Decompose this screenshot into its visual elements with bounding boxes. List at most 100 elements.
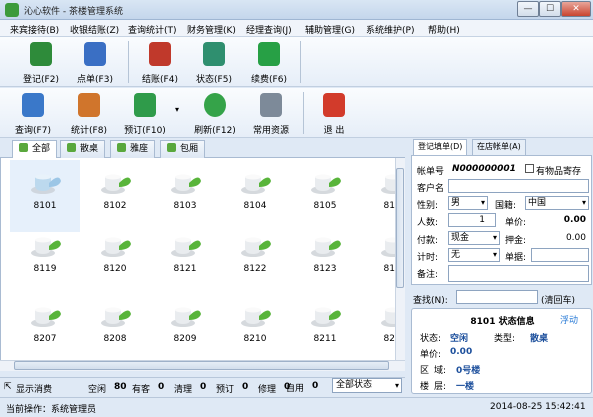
menu-checkout[interactable]: 收银结账(Z): [70, 23, 119, 36]
room-number: 8208: [103, 334, 127, 344]
room-tile[interactable]: 8124: [360, 223, 395, 295]
booking-dropdown-arrow-icon[interactable]: ▾: [175, 105, 179, 114]
people-stepper[interactable]: 1: [448, 213, 496, 227]
deposit-field[interactable]: 0.00: [531, 231, 589, 245]
tea-cup-icon: [171, 307, 201, 327]
room-tile[interactable]: 8106: [360, 160, 395, 232]
room-tile[interactable]: 8102: [80, 160, 150, 232]
count-label: 修理: [258, 385, 277, 395]
menu-statistics[interactable]: 查询统计(T): [128, 23, 177, 36]
room-tile[interactable]: 8209: [150, 293, 220, 360]
room-tile[interactable]: 8120: [80, 223, 150, 295]
search-button[interactable]: 查询(F7): [4, 93, 62, 136]
timing-select[interactable]: 无: [448, 248, 500, 262]
expand-arrow-icon[interactable]: ⇱: [4, 382, 12, 392]
room-tile[interactable]: 8210: [220, 293, 290, 360]
menu-manager[interactable]: 经理查询(J): [246, 23, 292, 36]
refresh-button[interactable]: 刷新(F12): [186, 93, 244, 136]
menu-auxiliary[interactable]: 辅助管理(G): [305, 23, 355, 36]
toolbar-secondary: 查询(F7) 统计(F8) 预订(F10) ▾ 刷新(F12) 常用资源 退 出: [0, 88, 593, 138]
tab-register-form[interactable]: 登记填单(D): [413, 139, 468, 156]
payment-select[interactable]: 现金: [448, 231, 500, 245]
room-tile[interactable]: 8119: [10, 223, 80, 295]
resources-button[interactable]: 常用资源: [242, 93, 300, 136]
room-tile[interactable]: 8105: [290, 160, 360, 232]
checkout-button[interactable]: 结账(F4): [131, 42, 189, 85]
room-tile[interactable]: 8208: [80, 293, 150, 360]
room-tile[interactable]: 8211: [290, 293, 360, 360]
deposit-label: 押金:: [505, 236, 527, 246]
remark-label: 备注:: [417, 270, 439, 280]
gender-select[interactable]: 男: [448, 196, 488, 210]
statistics-cubes-icon: [78, 93, 100, 117]
gender-label: 性别:: [417, 201, 439, 211]
room-tile[interactable]: 8212: [360, 293, 395, 360]
room-number: 8106: [383, 201, 395, 211]
search-label: 查询(F7): [15, 126, 51, 136]
menu-help[interactable]: 帮助(H): [428, 23, 460, 36]
tab-private-room[interactable]: 包厢: [160, 140, 206, 158]
room-tile[interactable]: 8207: [10, 293, 80, 360]
room-tile[interactable]: 8121: [150, 223, 220, 295]
booking-button[interactable]: 预订(F10): [116, 93, 174, 136]
register-button[interactable]: 登记(F2): [12, 42, 70, 85]
toolbar-primary: 登记(F2) 点单(F3) 结账(F4) 状态(F5) 续费(F6): [0, 37, 593, 87]
count-label: 预订: [216, 385, 235, 395]
toolbar-separator: [128, 41, 129, 83]
remark-input[interactable]: [448, 265, 589, 282]
tea-cup-icon: [101, 237, 131, 257]
maximize-button[interactable]: ☐: [539, 1, 561, 17]
renew-dollar-icon: [258, 42, 280, 66]
price-field[interactable]: 0.00: [531, 213, 589, 227]
float-link[interactable]: 浮动: [560, 313, 578, 326]
room-tile[interactable]: 8104: [220, 160, 290, 232]
tab-loose-table[interactable]: 散桌: [60, 140, 106, 158]
status-filter-select[interactable]: 全部状态: [332, 378, 402, 393]
timing-label: 计时:: [417, 253, 439, 263]
customer-input[interactable]: [448, 179, 589, 193]
menu-finance[interactable]: 财务管理(K): [187, 23, 236, 36]
window-title: 沁心软件 - 茶楼管理系统: [24, 7, 123, 17]
order-icon: [84, 42, 106, 66]
tab-elegant-seat[interactable]: 雅座: [110, 140, 156, 158]
timing-value: 无: [451, 250, 461, 260]
count-label: 清理: [174, 385, 193, 395]
room-tile[interactable]: 8122: [220, 223, 290, 295]
tab-all-label: 全部: [32, 144, 51, 154]
statistics-button[interactable]: 统计(F8): [60, 93, 118, 136]
status-filter-value: 全部状态: [336, 380, 373, 390]
tab-in-house-bills[interactable]: 在店帐单(A): [472, 139, 526, 155]
exit-button[interactable]: 退 出: [305, 93, 363, 136]
close-button[interactable]: ✕: [561, 1, 591, 17]
show-consumption-toggle[interactable]: 显示消费: [16, 382, 52, 395]
room-tile[interactable]: 8103: [150, 160, 220, 232]
horizontal-scroll-thumb[interactable]: [14, 361, 389, 370]
room-tile[interactable]: 8101: [10, 160, 80, 232]
menu-reception[interactable]: 来宾接待(B): [10, 23, 59, 36]
room-number: 8103: [173, 201, 197, 211]
state-value: 空闲: [450, 334, 469, 344]
count-label: 空闲: [88, 385, 107, 395]
state-label: 状态:: [420, 334, 442, 344]
resources-label: 常用资源: [252, 126, 289, 136]
receipt-input[interactable]: [531, 248, 589, 262]
payment-value: 现金: [451, 233, 470, 243]
room-tile[interactable]: 8123: [290, 223, 360, 295]
current-datetime: 2014-08-25 15:42:41: [490, 402, 586, 412]
order-button[interactable]: 点单(F3): [66, 42, 124, 85]
status-button[interactable]: 状态(F5): [185, 42, 243, 85]
find-input[interactable]: [456, 290, 538, 304]
nation-select[interactable]: 中国: [525, 196, 589, 210]
renew-button[interactable]: 续费(F6): [240, 42, 298, 85]
tea-cup-icon: [31, 237, 61, 257]
count-value: 80: [114, 382, 127, 392]
room-number: 8120: [103, 264, 127, 274]
tea-cup-icon: [241, 174, 271, 194]
payment-label: 付款:: [417, 236, 439, 246]
menu-maintenance[interactable]: 系统维护(P): [366, 23, 414, 36]
vertical-scroll-thumb[interactable]: [396, 168, 404, 288]
minimize-button[interactable]: —: [517, 1, 539, 17]
tea-cup-icon: [171, 237, 201, 257]
tab-all[interactable]: 全部: [12, 140, 58, 159]
goods-storage-checkbox[interactable]: [525, 164, 534, 173]
